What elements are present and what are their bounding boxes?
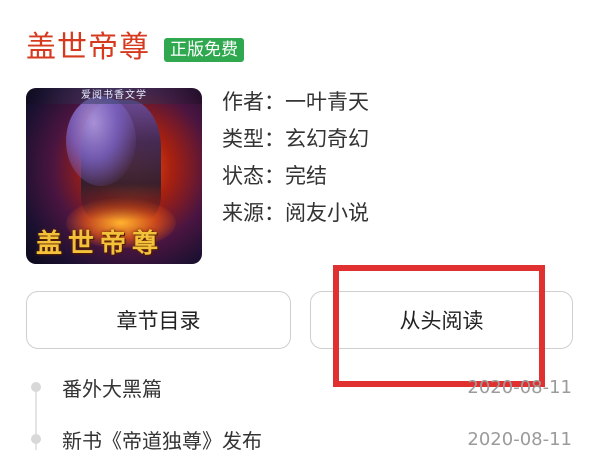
meta-source: 来源： 阅友小说: [222, 195, 369, 232]
meta-status: 状态： 完结: [222, 158, 369, 195]
read-from-start-button[interactable]: 从头阅读: [310, 291, 573, 349]
meta-source-value: 阅友小说: [285, 201, 369, 225]
cover-title-emblem: 盖世帝尊: [36, 229, 165, 259]
cover-hair: [66, 96, 136, 186]
meta-author-value: 一叶青天: [285, 90, 369, 114]
meta-status-label: 状态：: [222, 164, 285, 188]
table-of-contents-button[interactable]: 章节目录: [26, 291, 291, 349]
meta-genre: 类型： 玄幻奇幻: [222, 121, 369, 158]
meta-author: 作者： 一叶青天: [222, 84, 369, 121]
timeline-dot: [31, 434, 41, 444]
meta-author-label: 作者：: [222, 90, 285, 114]
book-title: 盖世帝尊: [26, 30, 150, 65]
free-badge: 正版免费: [164, 38, 244, 62]
book-meta: 作者： 一叶青天 类型： 玄幻奇幻 状态： 完结 来源： 阅友小说: [222, 84, 369, 232]
book-header: 盖世帝尊 正版免费: [26, 28, 244, 68]
meta-status-value: 完结: [285, 164, 327, 188]
chapter-date: 2020-08-11: [467, 376, 572, 398]
chapter-date: 2020-08-11: [467, 428, 572, 450]
timeline-dot: [31, 382, 41, 392]
chapter-title: 新书《帝道独尊》发布: [62, 428, 262, 453]
cover-top-text: 爱阅书香文学: [26, 88, 202, 104]
chapter-title: 番外大黑篇: [62, 376, 162, 401]
meta-genre-label: 类型：: [222, 127, 285, 151]
meta-genre-value: 玄幻奇幻: [285, 127, 369, 151]
book-cover[interactable]: 爱阅书香文学 盖世帝尊: [26, 88, 202, 264]
chapter-item[interactable]: 番外大黑篇 2020-08-11: [62, 372, 572, 402]
meta-source-label: 来源：: [222, 201, 285, 225]
